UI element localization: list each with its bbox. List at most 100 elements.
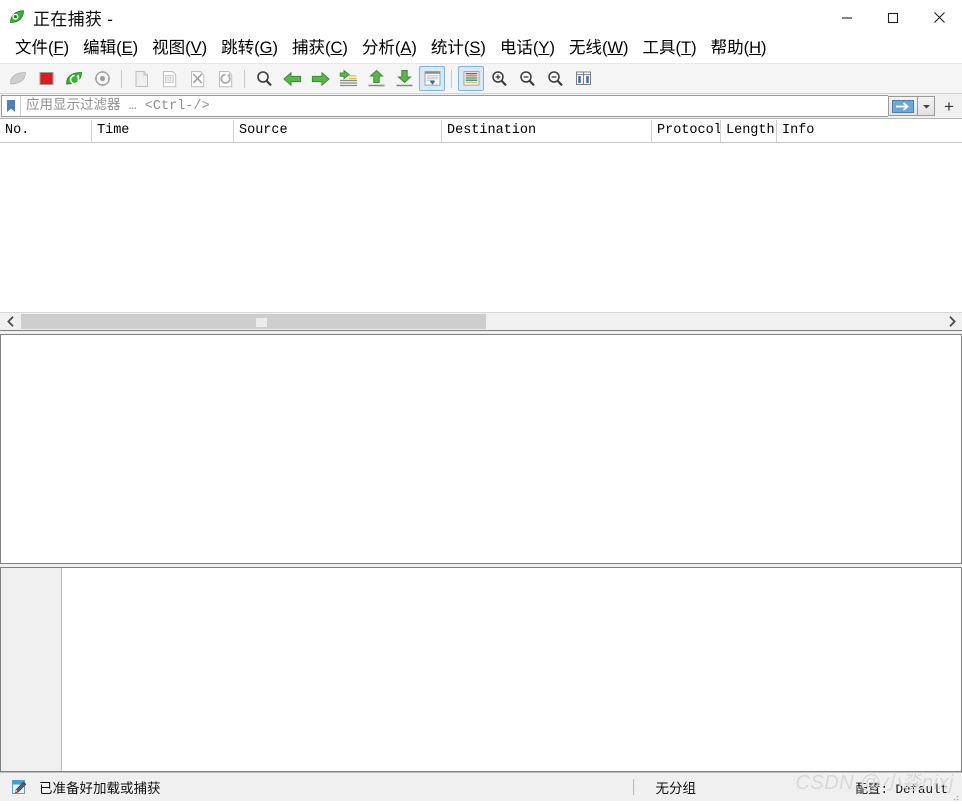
menu-item-statistics[interactable]: 统计(S): [424, 38, 493, 60]
packet-list-header: No. Time Source Destination Protocol Len…: [0, 119, 962, 143]
column-header-source[interactable]: Source: [234, 119, 442, 142]
menu-label-statistics: 统计(: [430, 39, 470, 58]
menu-label-view: 视图(: [152, 39, 191, 58]
menu-item-file[interactable]: 文件(F): [8, 38, 76, 60]
status-separator: [633, 779, 636, 795]
menu-item-analyze[interactable]: 分析(A): [355, 38, 424, 60]
minimize-button[interactable]: [824, 0, 870, 35]
hscrollbar-track[interactable]: [21, 313, 941, 330]
go-back-icon[interactable]: [279, 66, 305, 91]
go-last-packet-icon[interactable]: [391, 66, 417, 91]
close-file-icon[interactable]: [184, 66, 210, 91]
display-filter-bar: +: [0, 94, 962, 119]
menu-label-edit: 编辑(: [83, 39, 122, 58]
window-controls: [824, 0, 962, 35]
start-capture-icon[interactable]: [5, 66, 31, 91]
close-button[interactable]: [916, 0, 962, 35]
menu-label-go: 跳转(: [221, 39, 260, 58]
reload-file-icon[interactable]: [212, 66, 238, 91]
chevron-right-icon[interactable]: [941, 313, 962, 330]
menu-label-analyze: 分析(: [361, 39, 401, 58]
main-toolbar: [0, 64, 962, 94]
packet-detail-pane[interactable]: [0, 335, 962, 563]
menu-mnemonic-statistics: S: [469, 39, 481, 58]
go-first-packet-icon[interactable]: [363, 66, 389, 91]
column-header-info[interactable]: Info: [777, 120, 962, 142]
wireshark-fin-icon: [9, 9, 26, 26]
hscrollbar-thumb-grip: [256, 318, 267, 327]
colorize-packets-icon[interactable]: [458, 66, 484, 91]
status-packet-count: 无分组: [655, 781, 696, 796]
capture-ready-icon[interactable]: [8, 779, 30, 795]
menu-mnemonic-capture: C: [330, 39, 343, 58]
auto-scroll-icon[interactable]: [419, 66, 445, 91]
window-title: 正在捕获 -: [33, 10, 114, 29]
title-bar: 正在捕获 -: [0, 0, 962, 35]
menu-mnemonic-go: G: [259, 39, 273, 58]
menu-label-help: 帮助(: [710, 39, 750, 58]
menu-item-view[interactable]: 视图(V): [145, 38, 214, 60]
display-filter-input[interactable]: [21, 97, 888, 115]
menu-item-wireless[interactable]: 无线(W): [562, 38, 636, 60]
packet-bytes-offset-gutter: [1, 568, 62, 771]
menu-mnemonic-telephony: Y: [538, 39, 550, 58]
menu-item-edit[interactable]: 编辑(E): [76, 38, 145, 60]
open-file-icon[interactable]: [128, 66, 154, 91]
hscrollbar-thumb[interactable]: [21, 314, 486, 329]
menu-item-go[interactable]: 跳转(G): [214, 38, 285, 60]
menu-mnemonic-analyze: A: [400, 39, 412, 58]
chevron-left-icon[interactable]: [0, 313, 21, 330]
resize-columns-icon[interactable]: [570, 66, 596, 91]
wireshark-window: 正在捕获 - 文件(F) 编辑(E) 视图(V) 跳转(G) 捕获(C) 分析(…: [0, 0, 962, 801]
menu-mnemonic-tools: T: [681, 39, 692, 58]
packet-list-pane: No. Time Source Destination Protocol Len…: [0, 119, 962, 312]
stop-capture-icon[interactable]: [33, 66, 59, 91]
menu-label-capture: 捕获(: [291, 39, 331, 58]
capture-options-icon[interactable]: [89, 66, 115, 91]
status-message: 已准备好加载或捕获: [39, 781, 161, 796]
menu-mnemonic-wireless: W: [607, 39, 624, 58]
apply-filter-arrow-icon[interactable]: [888, 96, 918, 116]
menu-label-tools: 工具(: [642, 39, 682, 58]
menu-label-wireless: 无线(: [568, 39, 608, 58]
menu-item-help[interactable]: 帮助(H): [704, 38, 774, 60]
toolbar-separator: [244, 69, 245, 88]
zoom-reset-icon[interactable]: [542, 66, 568, 91]
menu-label-file: 文件(: [15, 39, 54, 58]
chevron-down-icon[interactable]: [918, 96, 935, 116]
zoom-out-icon[interactable]: [514, 66, 540, 91]
restart-capture-icon[interactable]: [61, 66, 87, 91]
toolbar-separator: [121, 69, 122, 88]
filter-bookmark-icon[interactable]: [2, 96, 21, 116]
column-header-time[interactable]: Time: [92, 119, 234, 142]
menu-item-tools[interactable]: 工具(T): [636, 38, 704, 60]
menu-item-capture[interactable]: 捕获(C): [285, 38, 355, 60]
resize-grip-icon[interactable]: [949, 788, 959, 801]
menu-item-telephony[interactable]: 电话(Y): [493, 38, 562, 60]
filter-actions: +: [888, 94, 962, 118]
maximize-button[interactable]: [870, 0, 916, 35]
packet-list-hscrollbar[interactable]: [0, 312, 962, 330]
menu-mnemonic-help: H: [749, 39, 762, 58]
column-header-protocol[interactable]: Protocol: [652, 119, 721, 142]
go-to-packet-icon[interactable]: [335, 66, 361, 91]
column-header-no[interactable]: No.: [0, 119, 92, 142]
status-profile[interactable]: 配置: Default: [855, 778, 962, 797]
add-filter-button[interactable]: +: [939, 95, 959, 117]
menu-bar: 文件(F) 编辑(E) 视图(V) 跳转(G) 捕获(C) 分析(A) 统计(S…: [0, 35, 962, 64]
packet-bytes-content[interactable]: [62, 568, 961, 771]
title-bar-left: 正在捕获 -: [0, 5, 824, 30]
zoom-in-icon[interactable]: [486, 66, 512, 91]
go-forward-icon[interactable]: [307, 66, 333, 91]
find-packet-icon[interactable]: [251, 66, 277, 91]
menu-mnemonic-edit: E: [121, 39, 133, 58]
column-header-length[interactable]: Length: [721, 119, 777, 142]
toolbar-separator: [451, 69, 452, 88]
filter-input-container: [1, 95, 888, 117]
menu-mnemonic-view: V: [190, 39, 202, 58]
packet-list-body[interactable]: [0, 143, 962, 311]
menu-mnemonic-file: F: [53, 39, 64, 58]
save-file-icon[interactable]: [156, 66, 182, 91]
column-header-destination[interactable]: Destination: [442, 119, 652, 142]
packet-bytes-pane[interactable]: [0, 568, 962, 772]
